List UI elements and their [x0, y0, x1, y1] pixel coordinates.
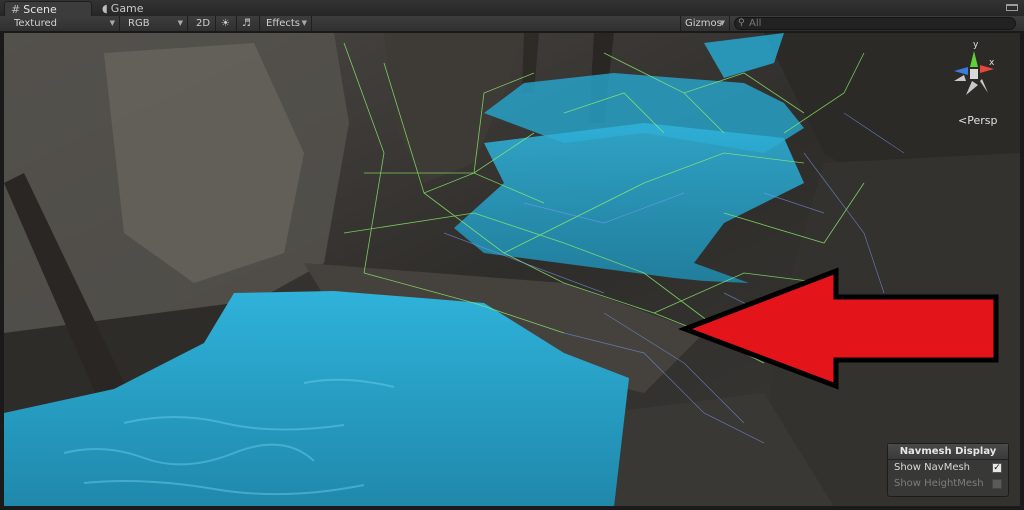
show-heightmesh-checkbox[interactable] — [992, 479, 1002, 489]
show-navmesh-label: Show NavMesh — [894, 462, 971, 473]
audio-toggle-button[interactable]: ♬ — [238, 16, 260, 31]
effects-label: Effects — [266, 18, 300, 29]
grid-icon: # — [11, 2, 21, 16]
window-maximize-icon[interactable] — [1006, 4, 1018, 11]
search-icon: ⚲ — [738, 18, 745, 28]
draw-mode-label: Textured — [14, 18, 57, 29]
dropdown-arrow-icon: ▼ — [109, 19, 115, 27]
render-mode-label: RGB — [128, 18, 150, 29]
dropdown-arrow-icon: ▼ — [719, 19, 725, 27]
gizmos-label: Gizmos — [685, 18, 722, 29]
axis-x-label: x — [989, 58, 995, 68]
dropdown-arrow-icon: ▼ — [301, 19, 307, 27]
orientation-gizmo[interactable]: y x — [944, 35, 1004, 105]
toggle-2d-button[interactable]: 2D — [192, 16, 216, 31]
pacman-icon: ◖ — [102, 2, 108, 15]
navmesh-display-panel: Navmesh Display Show NavMesh ✓ Show Heig… — [887, 443, 1009, 497]
show-heightmesh-row[interactable]: Show HeightMesh — [888, 476, 1008, 492]
lighting-toggle-button[interactable]: ☀ — [217, 16, 237, 31]
checkmark-icon: ✓ — [993, 463, 1001, 473]
search-placeholder: All — [749, 18, 762, 29]
gizmo-center-cube — [970, 69, 978, 79]
tab-game-label: Game — [110, 2, 144, 15]
effects-dropdown[interactable]: Effects ▼ — [262, 16, 312, 31]
show-navmesh-checkbox[interactable]: ✓ — [992, 463, 1002, 473]
tab-bar: # Scene ◖ Game — [0, 0, 1024, 16]
tab-scene-label: Scene — [23, 2, 57, 16]
sun-icon: ☀ — [221, 18, 230, 29]
show-navmesh-row[interactable]: Show NavMesh ✓ — [888, 460, 1008, 476]
speaker-icon: ♬ — [242, 18, 251, 29]
tab-game[interactable]: ◖ Game — [96, 1, 166, 16]
projection-label: Persp — [967, 114, 998, 127]
axis-y-cone — [970, 51, 978, 67]
scene-toolbar: Textured ▼ RGB ▼ 2D ☀ ♬ Effects ▼ Gizmos… — [0, 16, 1024, 32]
scene-viewport[interactable]: y x — [4, 33, 1020, 507]
chevron-left-icon: < — [958, 114, 968, 127]
axis-z-cone — [954, 67, 968, 75]
dropdown-arrow-icon: ▼ — [177, 19, 183, 27]
axis-y-label: y — [973, 40, 979, 50]
show-heightmesh-label: Show HeightMesh — [894, 478, 984, 489]
gizmos-dropdown[interactable]: Gizmos ▼ — [680, 16, 730, 31]
draw-mode-dropdown[interactable]: Textured ▼ — [10, 16, 120, 31]
red-arrow-annotation — [677, 267, 999, 390]
search-input[interactable]: ⚲ All — [734, 17, 1016, 30]
navmesh-panel-title: Navmesh Display — [888, 444, 1008, 460]
tab-scene[interactable]: # Scene — [4, 1, 92, 16]
projection-toggle[interactable]: <Persp — [958, 114, 997, 127]
render-mode-dropdown[interactable]: RGB ▼ — [124, 16, 188, 31]
toggle-2d-label: 2D — [196, 18, 211, 29]
